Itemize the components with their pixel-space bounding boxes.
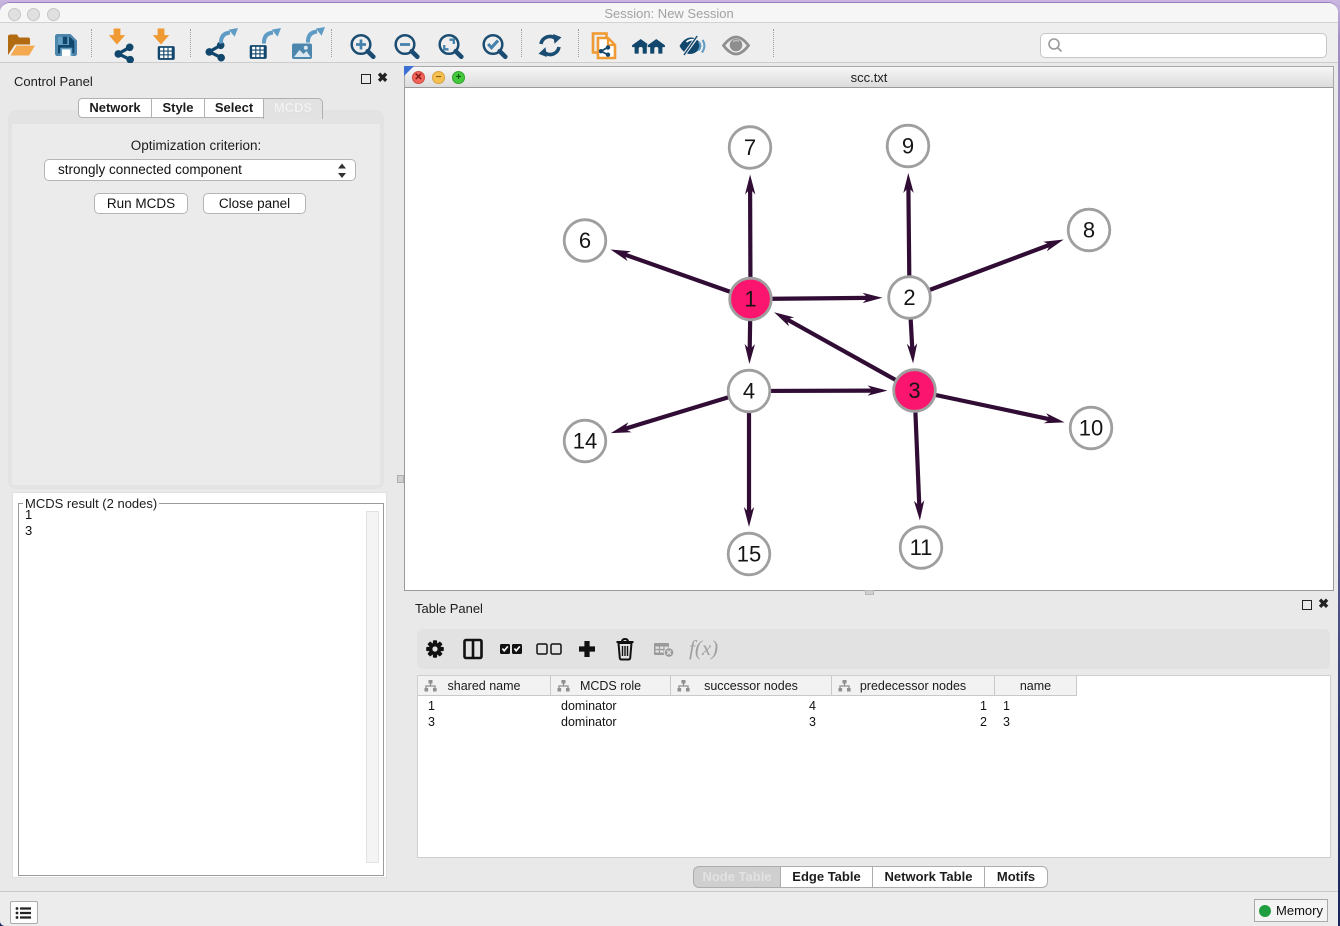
svg-text:10: 10 xyxy=(1079,416,1103,441)
svg-text:3: 3 xyxy=(908,378,920,403)
svg-text:11: 11 xyxy=(910,535,933,560)
svg-text:8: 8 xyxy=(1083,218,1095,243)
svg-text:4: 4 xyxy=(743,379,755,404)
svg-text:6: 6 xyxy=(579,228,591,253)
svg-text:9: 9 xyxy=(902,134,914,159)
svg-text:1: 1 xyxy=(744,287,756,312)
svg-text:7: 7 xyxy=(744,135,756,160)
svg-text:2: 2 xyxy=(903,285,915,310)
svg-text:14: 14 xyxy=(573,429,597,454)
svg-text:15: 15 xyxy=(737,542,761,567)
